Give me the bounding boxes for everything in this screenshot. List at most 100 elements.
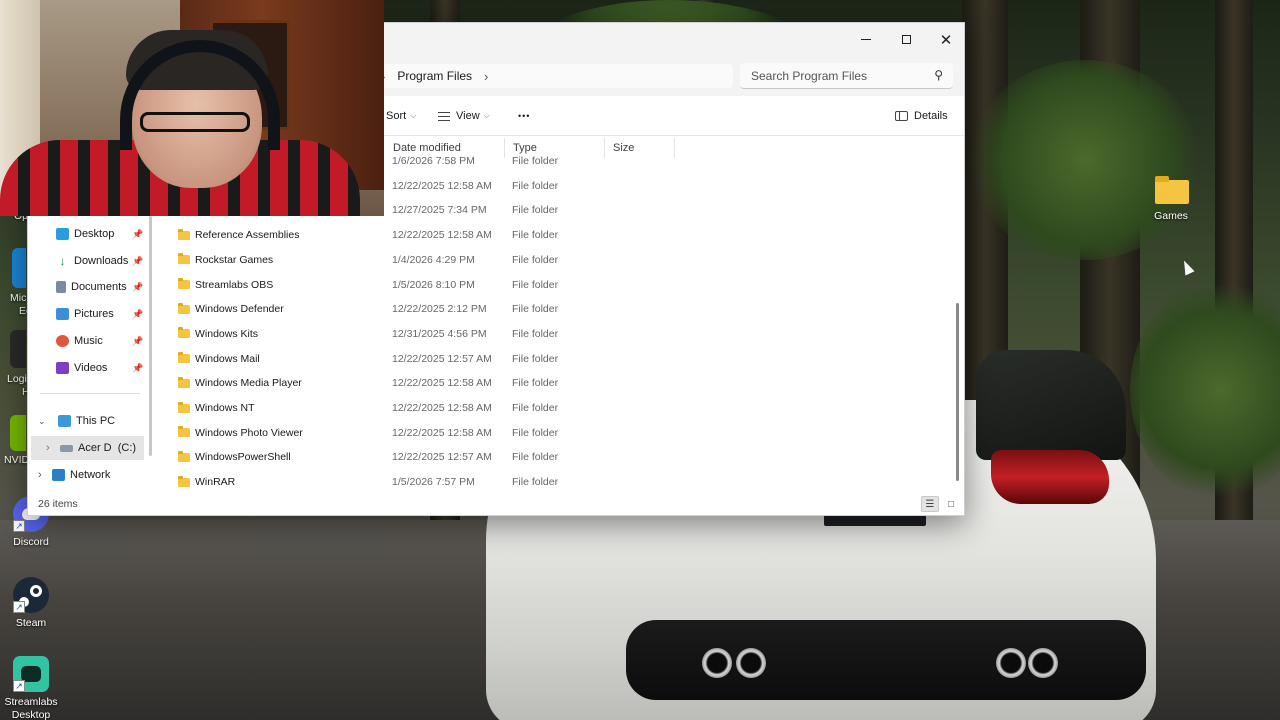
file-list-scrollbar[interactable] bbox=[956, 303, 959, 481]
file-name-cell: Windows Defender bbox=[178, 302, 284, 316]
search-input[interactable]: Search Program Files ⚲ bbox=[740, 63, 953, 89]
sort-button[interactable]: Sort ⌵ bbox=[386, 96, 416, 136]
desktop-icon-partial-2[interactable] bbox=[10, 330, 26, 368]
details-label: Details bbox=[914, 110, 948, 122]
date-modified-cell: 12/22/2025 12:58 AM bbox=[392, 426, 492, 439]
desktop-icon-label-partial: NVID bbox=[4, 454, 30, 466]
folder-icon bbox=[178, 352, 190, 364]
type-cell: File folder bbox=[512, 327, 559, 340]
table-row[interactable]: Windows Kits 12/31/2025 4:56 PM File folde… bbox=[168, 322, 948, 346]
more-options-button[interactable]: ••• bbox=[518, 96, 530, 136]
status-bar: 26 items ☰ □ bbox=[28, 493, 964, 515]
type-cell: File folder bbox=[512, 402, 559, 414]
table-row[interactable]: Reference Assemblies 12/22/2025 12:58 AM F… bbox=[168, 223, 948, 247]
folder-icon bbox=[178, 426, 190, 438]
webcam-overlay: ★ bbox=[0, 0, 384, 216]
desktop-icon-label-partial: Logi bbox=[7, 373, 27, 385]
folder-icon bbox=[1153, 170, 1189, 206]
breadcrumb[interactable]: ) › Program Files › bbox=[365, 64, 733, 88]
folder-icon bbox=[178, 228, 190, 240]
file-name-cell: WinRAR bbox=[178, 475, 236, 489]
file-name: Windows Media Player bbox=[195, 377, 302, 390]
file-name: Streamlabs OBS bbox=[195, 278, 274, 291]
folder-icon bbox=[178, 327, 190, 339]
table-row[interactable]: Rockstar Games 1/4/2026 4:29 PM File folde… bbox=[168, 248, 948, 272]
item-count: 26 items bbox=[38, 498, 78, 510]
details-pane-button[interactable]: Details bbox=[895, 96, 948, 136]
desktop-icon-streamlabs[interactable]: ↗ Streamlabs Desktop bbox=[0, 656, 62, 720]
date-modified-cell: 1/5/2026 8:10 PM bbox=[392, 278, 475, 291]
desktop-icon-label-partial: Mic bbox=[10, 292, 27, 304]
file-name-cell: WindowsPowerShell bbox=[178, 450, 291, 464]
type-cell: File folder bbox=[512, 155, 559, 167]
type-cell: File folder bbox=[512, 204, 559, 217]
table-row[interactable]: WindowsPowerShell 12/22/2025 12:57 AM File… bbox=[168, 445, 948, 469]
date-modified-cell: 12/22/2025 12:58 AM bbox=[392, 377, 492, 390]
date-modified-cell: 12/22/2025 12:58 AM bbox=[392, 229, 492, 242]
type-cell: File folder bbox=[512, 303, 559, 316]
date-modified-cell: 12/22/2025 12:58 AM bbox=[392, 402, 492, 414]
maximize-button[interactable] bbox=[886, 23, 926, 56]
desktop-icon-label: Games bbox=[1154, 210, 1188, 222]
file-name-cell: Windows NT bbox=[178, 401, 255, 414]
type-cell: File folder bbox=[512, 278, 559, 291]
folder-icon bbox=[178, 376, 190, 388]
chevron-down-icon: ⌵ bbox=[410, 111, 417, 120]
file-name-cell: Rockstar Games bbox=[178, 253, 274, 266]
folder-icon bbox=[178, 278, 190, 289]
file-name: Windows NT bbox=[195, 402, 255, 414]
type-cell: File folder bbox=[512, 179, 559, 192]
date-modified-cell: 1/6/2026 7:58 PM bbox=[392, 155, 475, 167]
folder-icon bbox=[178, 450, 190, 462]
date-modified-cell: 1/5/2026 7:57 PM bbox=[392, 476, 475, 489]
file-name-cell: Windows Kits bbox=[178, 327, 259, 340]
chevron-down-icon: ⌵ bbox=[483, 111, 490, 120]
type-cell: File folder bbox=[512, 426, 559, 439]
folder-icon bbox=[178, 475, 190, 487]
file-name: WinRAR bbox=[195, 476, 236, 489]
file-name-cell: Windows Photo Viewer bbox=[178, 426, 303, 439]
desktop-icon-label: Steam bbox=[15, 617, 47, 629]
table-row[interactable]: WinRAR 1/5/2026 7:57 PM File folder bbox=[168, 470, 948, 494]
desktop-icon-partial-3[interactable] bbox=[10, 415, 26, 451]
details-view-icon: ☰ bbox=[925, 498, 935, 510]
more-options-icon: ••• bbox=[518, 111, 531, 121]
date-modified-cell: 12/22/2025 2:12 PM bbox=[392, 303, 487, 316]
table-row[interactable]: Windows Photo Viewer 12/22/2025 12:58 AM F… bbox=[168, 421, 948, 445]
desktop-icon-steam[interactable]: ↗ Steam bbox=[0, 577, 62, 630]
table-row[interactable]: Streamlabs OBS 1/5/2026 8:10 PM File folde… bbox=[168, 273, 948, 297]
breadcrumb-program-files[interactable]: Program Files bbox=[397, 69, 472, 83]
details-pane-icon bbox=[895, 111, 908, 121]
view-button[interactable]: View ⌵ bbox=[438, 96, 490, 136]
file-name: Windows Photo Viewer bbox=[195, 426, 303, 439]
file-name: Windows Kits bbox=[195, 327, 259, 340]
file-name: Windows Mail bbox=[195, 352, 260, 365]
date-modified-cell: 12/22/2025 12:57 AM bbox=[392, 451, 492, 464]
sort-label: Sort bbox=[386, 110, 407, 122]
table-row[interactable]: Windows NT 12/22/2025 12:58 AM File folder bbox=[168, 396, 948, 420]
table-row[interactable]: Windows Media Player 12/22/2025 12:58 AM F… bbox=[168, 371, 948, 395]
file-name-cell: Windows Media Player bbox=[178, 376, 302, 390]
file-name: Windows Defender bbox=[195, 303, 284, 316]
desktop-icon-partial-1[interactable] bbox=[12, 248, 26, 288]
file-name: Rockstar Games bbox=[195, 253, 274, 266]
date-modified-cell: 12/27/2025 7:34 PM bbox=[392, 204, 487, 217]
minimize-button[interactable] bbox=[846, 23, 886, 56]
search-icon: ⚲ bbox=[934, 68, 943, 82]
table-row[interactable]: Windows Mail 12/22/2025 12:57 AM File fold… bbox=[168, 347, 948, 371]
close-button[interactable]: ✕ bbox=[926, 23, 966, 56]
type-cell: File folder bbox=[512, 253, 559, 266]
search-placeholder: Search Program Files bbox=[751, 68, 868, 83]
file-name-cell: Streamlabs OBS bbox=[178, 278, 274, 291]
file-name: WindowsPowerShell bbox=[195, 451, 291, 464]
details-view-button[interactable]: ☰ bbox=[921, 496, 939, 512]
close-icon: ✕ bbox=[939, 31, 953, 49]
view-icon bbox=[438, 111, 450, 121]
desktop-icon-games[interactable]: Games bbox=[1140, 170, 1202, 223]
file-name-cell: Reference Assemblies bbox=[178, 228, 299, 241]
tiles-view-button[interactable]: □ bbox=[942, 496, 960, 512]
maximize-icon bbox=[901, 35, 911, 44]
view-label: View bbox=[456, 110, 480, 122]
table-row[interactable]: Windows Defender 12/22/2025 2:12 PM File f… bbox=[168, 297, 948, 321]
minimize-icon bbox=[861, 39, 871, 40]
